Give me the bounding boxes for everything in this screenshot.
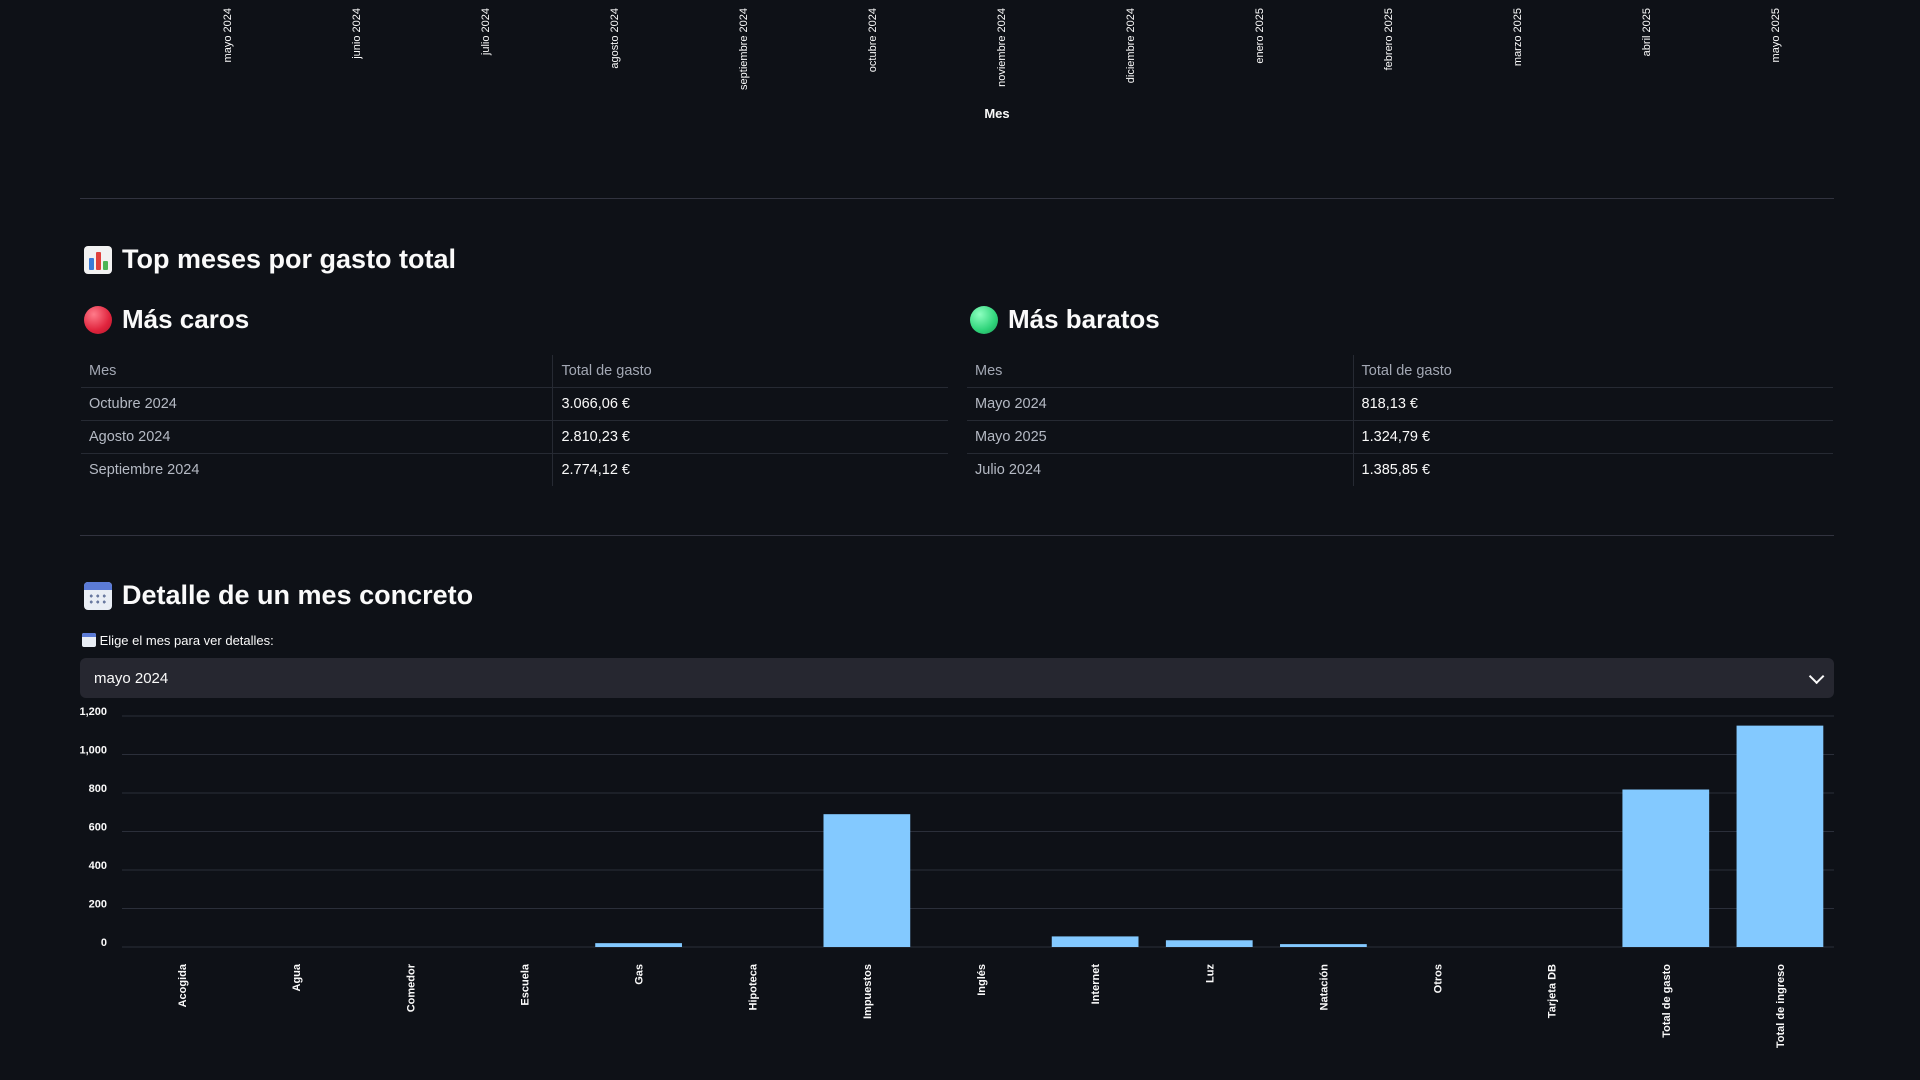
x-tick-label: Total de ingreso xyxy=(1775,964,1787,1048)
bar[interactable] xyxy=(1051,936,1139,947)
x-tick-label: Impuestos xyxy=(862,964,874,1019)
x-tick-label: Comedor xyxy=(405,963,417,1012)
x-tick-label: Luz xyxy=(1204,964,1216,983)
bar[interactable] xyxy=(1165,940,1253,947)
x-tick-label: Agua xyxy=(291,963,303,991)
x-tick-label: Escuela xyxy=(519,963,531,1005)
x-tick-label: Acogida xyxy=(177,963,189,1007)
x-tick-label: Internet xyxy=(1090,964,1102,1005)
x-tick-label: Inglés xyxy=(976,964,988,996)
bar[interactable] xyxy=(823,814,911,947)
y-tick-label: 600 xyxy=(89,822,107,834)
x-tick-label: Gas xyxy=(634,964,646,985)
x-tick-label: Natación xyxy=(1318,964,1330,1011)
x-tick-label: Total de gasto xyxy=(1661,964,1673,1038)
y-tick-label: 800 xyxy=(89,783,107,795)
y-tick-label: 1,000 xyxy=(79,745,107,757)
y-tick-label: 400 xyxy=(89,860,107,872)
y-tick-label: 200 xyxy=(89,899,107,911)
y-tick-label: 0 xyxy=(101,937,107,949)
y-tick-label: 1,200 xyxy=(79,706,107,718)
bar[interactable] xyxy=(1736,725,1824,947)
x-tick-label: Hipoteca xyxy=(748,963,760,1010)
bar[interactable] xyxy=(1280,944,1367,947)
bar[interactable] xyxy=(595,943,682,947)
month-detail-bar-chart: 0 200 400 600 800 1,000 1,200 Acogida Agua Comedo… xyxy=(79,706,1834,1048)
x-tick-label: Tarjeta DB xyxy=(1547,964,1559,1018)
bar[interactable] xyxy=(1622,789,1710,947)
x-tick-label: Otros xyxy=(1433,964,1445,993)
